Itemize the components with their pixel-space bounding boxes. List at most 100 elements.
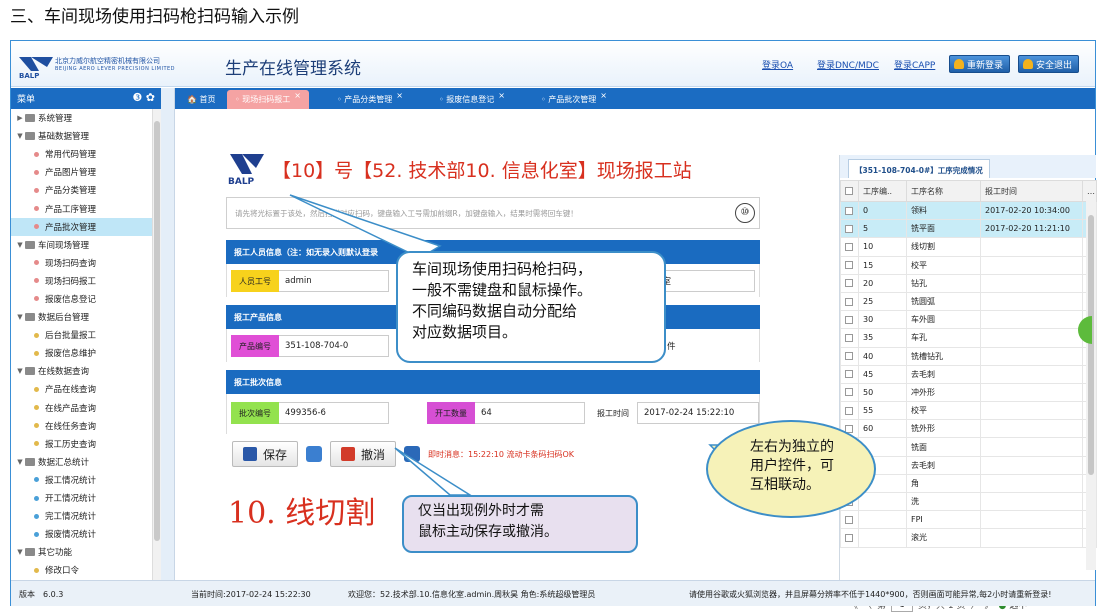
sidebar-scroll-thumb[interactable] (154, 121, 160, 541)
table-row[interactable]: 角 (840, 473, 1097, 494)
table-row[interactable]: 15 校平 (840, 255, 1097, 275)
sidebar-item[interactable]: 后台批量报工 (11, 326, 160, 344)
close-icon[interactable]: × (396, 91, 403, 100)
expand-toggle-icon[interactable]: ▼ (15, 367, 25, 375)
sidebar-item[interactable]: 现场扫码报工 (11, 272, 160, 290)
expand-toggle-icon[interactable]: ▼ (15, 241, 25, 249)
qty-value[interactable]: 64 (475, 402, 585, 424)
scan-input[interactable]: 请先将光标置于该处，然后扫描对应扫码，键盘输入工号需加前缀R，加键盘输入，结果时… (226, 197, 760, 229)
table-row[interactable]: 5 铣平面 2017-02-20 11:21:10 (840, 219, 1097, 239)
product-field[interactable]: 产品编号 351-108-704-0 (231, 335, 389, 357)
login-capp-link[interactable]: 登录CAPP (894, 58, 935, 71)
sidebar-item[interactable]: 产品工序管理 (11, 199, 160, 217)
col-more[interactable]: … (1082, 180, 1097, 202)
expand-toggle-icon[interactable]: ▼ (15, 313, 25, 321)
tab-scrap-register[interactable]: ◦ 报废信息登记 × (431, 90, 513, 109)
sidebar-item[interactable]: 报工历史查询 (11, 435, 160, 453)
row-checkbox[interactable] (840, 346, 859, 366)
sidebar-item[interactable]: ▶ 系统管理 (11, 109, 160, 127)
sidebar-item[interactable]: 产品分类管理 (11, 181, 160, 199)
sidebar-item[interactable]: 开工情况统计 (11, 489, 160, 507)
table-row[interactable]: 50 冲外形 (840, 382, 1097, 403)
row-checkbox[interactable] (840, 219, 859, 239)
col-process-name[interactable]: 工序名称 (906, 180, 981, 202)
qty-field[interactable]: 开工数量 64 (427, 402, 585, 424)
batch-value[interactable]: 499356-6 (279, 402, 389, 424)
row-checkbox[interactable] (840, 528, 859, 548)
sidebar-item[interactable]: 产品在线查询 (11, 380, 160, 398)
time-field[interactable]: 报工时间 2017-02-24 15:22:10 (589, 402, 759, 424)
help-icon[interactable] (306, 446, 323, 462)
sidebar-item[interactable]: 产品批次管理 (11, 217, 160, 236)
sidebar-item[interactable]: ▼ 基础数据管理 (11, 127, 160, 145)
table-row[interactable]: 洗 (840, 491, 1097, 512)
expand-toggle-icon[interactable]: ▼ (15, 548, 25, 556)
table-row[interactable]: 铣面 (840, 437, 1097, 457)
expand-toggle-icon[interactable]: ▶ (15, 114, 25, 122)
select-all-checkbox[interactable] (840, 180, 859, 202)
table-row[interactable]: 0 领料 2017-02-20 10:34:00 (840, 200, 1097, 221)
row-checkbox[interactable] (840, 510, 859, 530)
table-row[interactable]: 60 铣外形 (840, 419, 1097, 439)
grid-title[interactable]: 【351-108-704-0#】工序完成情况 (848, 159, 990, 178)
time-value[interactable]: 2017-02-24 15:22:10 (637, 402, 759, 424)
cancel-button[interactable]: 撤消 (330, 441, 397, 467)
relogin-button[interactable]: 重新登录 (949, 55, 1011, 73)
table-row[interactable]: 40 铣槽钻孔 (840, 346, 1097, 366)
sidebar-item[interactable]: ▼ 其它功能 (11, 543, 160, 561)
table-row[interactable]: 25 铣圆弧 (840, 291, 1097, 312)
sidebar-item[interactable]: 产品图片管理 (11, 163, 160, 181)
row-checkbox[interactable] (840, 382, 859, 403)
row-checkbox[interactable] (840, 255, 859, 275)
row-checkbox[interactable] (840, 364, 859, 384)
col-process-no[interactable]: 工序编.. (858, 180, 907, 202)
logout-button[interactable]: 安全退出 (1018, 55, 1080, 73)
grid-scroll-thumb[interactable] (1088, 215, 1094, 475)
row-checkbox[interactable] (840, 273, 859, 293)
table-row[interactable]: 去毛刺 (840, 455, 1097, 475)
row-checkbox[interactable] (840, 237, 859, 257)
batch-field[interactable]: 批次编号 499356-6 (231, 402, 389, 424)
sidebar-item[interactable]: 在线任务查询 (11, 417, 160, 435)
row-checkbox[interactable] (840, 328, 859, 348)
sidebar-item[interactable]: 在线产品查询 (11, 399, 160, 417)
sidebar-item[interactable]: 报废信息登记 (11, 290, 160, 308)
sidebar-item[interactable]: 常用代码管理 (11, 145, 160, 163)
close-icon[interactable]: × (600, 91, 607, 100)
sidebar-item[interactable]: 修改口令 (11, 561, 160, 579)
sidebar-item[interactable]: ▼ 数据后台管理 (11, 308, 160, 326)
table-row[interactable]: 30 车外圆 (840, 310, 1097, 330)
sidebar-item[interactable]: ▼ 车间现场管理 (11, 236, 160, 254)
sidebar-item[interactable]: 报工情况统计 (11, 471, 160, 489)
row-checkbox[interactable] (840, 200, 859, 221)
table-row[interactable]: 45 去毛刺 (840, 364, 1097, 384)
table-row[interactable]: 35 车孔 (840, 328, 1097, 348)
col-report-time[interactable]: 报工时间 (980, 180, 1083, 202)
product-value[interactable]: 351-108-704-0 (279, 335, 389, 357)
expand-toggle-icon[interactable]: ▼ (15, 458, 25, 466)
sidebar-item[interactable]: 报废情况统计 (11, 525, 160, 543)
table-row[interactable]: 20 钻孔 (840, 273, 1097, 293)
table-row[interactable]: 滚光 (840, 528, 1097, 548)
tab-scan-report[interactable]: ◦ 现场扫码报工 × (227, 90, 309, 109)
sidebar-item[interactable]: ▼ 在线数据查询 (11, 362, 160, 380)
sidebar-item[interactable]: 现场扫码查询 (11, 254, 160, 272)
row-checkbox[interactable] (840, 401, 859, 421)
save-button[interactable]: 保存 (232, 441, 299, 467)
table-row[interactable]: 10 线切割 (840, 237, 1097, 257)
row-checkbox[interactable] (840, 291, 859, 312)
sidebar-item[interactable]: 报废信息维护 (11, 344, 160, 362)
table-row[interactable]: 55 校平 (840, 401, 1097, 421)
close-icon[interactable]: × (498, 91, 505, 100)
tab-product-batch[interactable]: ◦ 产品批次管理 × (533, 90, 615, 109)
login-dnc-link[interactable]: 登录DNC/MDC (817, 58, 879, 71)
menu-tools[interactable]: ❸ ✿ (132, 91, 155, 104)
row-checkbox[interactable] (840, 310, 859, 330)
tab-home[interactable]: 🏠 首页 (179, 90, 224, 109)
login-oa-link[interactable]: 登录OA (762, 58, 793, 71)
sidebar-item[interactable]: 完工情况统计 (11, 507, 160, 525)
expand-toggle-icon[interactable]: ▼ (15, 132, 25, 140)
table-row[interactable]: FPI (840, 510, 1097, 530)
staff-value[interactable]: admin (279, 270, 389, 292)
tab-product-category[interactable]: ◦ 产品分类管理 × (329, 90, 411, 109)
